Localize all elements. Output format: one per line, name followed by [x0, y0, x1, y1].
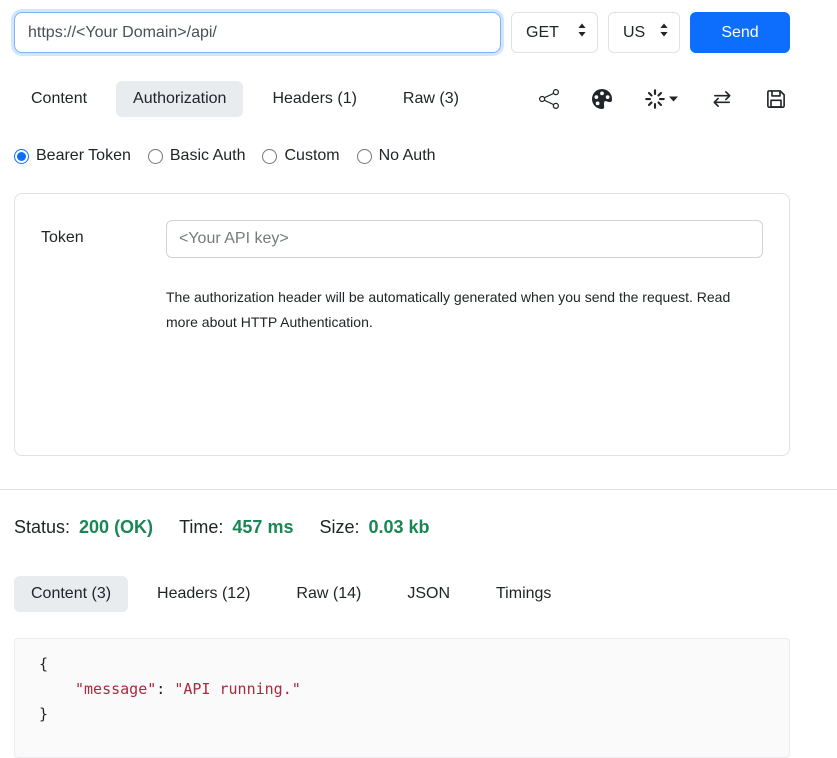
select-arrows-icon	[577, 23, 587, 42]
json-line: }	[39, 702, 765, 727]
request-tabs-row: Content Authorization Headers (1) Raw (3…	[14, 81, 790, 117]
status-value: 200 (OK)	[79, 517, 153, 538]
response-body: { "message": "API running." }	[14, 638, 790, 758]
response-tab-raw[interactable]: Raw (14)	[279, 576, 378, 612]
request-tabs: Content Authorization Headers (1) Raw (3…	[14, 81, 476, 117]
status-label: Status:	[14, 517, 70, 538]
token-input[interactable]	[166, 220, 763, 258]
auth-options: Bearer Token Basic Auth Custom No Auth	[14, 147, 790, 165]
auth-option-basic-auth[interactable]: Basic Auth	[148, 147, 246, 165]
response-tab-json[interactable]: JSON	[390, 576, 467, 612]
token-panel: Token The authorization header will be a…	[14, 193, 790, 456]
auth-option-custom[interactable]: Custom	[262, 147, 339, 165]
select-arrows-icon	[659, 23, 669, 42]
token-label: Token	[41, 220, 166, 335]
status-bar: Status: 200 (OK) Time: 457 ms Size: 0.03…	[14, 517, 790, 538]
section-divider	[0, 489, 837, 490]
size-value: 0.03 kb	[369, 517, 430, 538]
response-tab-timings[interactable]: Timings	[479, 576, 568, 612]
tab-raw[interactable]: Raw (3)	[386, 81, 476, 117]
url-input[interactable]	[14, 12, 501, 53]
method-select[interactable]: GET	[511, 12, 598, 53]
time-value: 457 ms	[232, 517, 293, 538]
custom-radio[interactable]	[262, 149, 277, 164]
palette-icon[interactable]	[592, 89, 612, 109]
tab-content[interactable]: Content	[14, 81, 104, 117]
radio-label: Bearer Token	[36, 147, 131, 165]
radio-label: No Auth	[379, 147, 436, 165]
method-value: GET	[526, 24, 559, 42]
tab-headers[interactable]: Headers (1)	[255, 81, 373, 117]
auth-option-no-auth[interactable]: No Auth	[357, 147, 436, 165]
share-icon[interactable]	[539, 89, 559, 109]
magic-wand-icon	[645, 89, 665, 109]
api-client-app: GET US Send Content Authorization Header…	[0, 0, 837, 758]
help-text: .	[369, 314, 373, 330]
json-key: "message"	[75, 680, 156, 698]
tab-authorization[interactable]: Authorization	[116, 81, 243, 117]
auth-help-text: The authorization header will be automat…	[166, 285, 754, 335]
magic-wand-dropdown[interactable]	[645, 89, 678, 109]
size-label: Size:	[319, 517, 359, 538]
radio-label: Basic Auth	[170, 147, 246, 165]
caret-down-icon	[669, 96, 678, 102]
request-bar: GET US Send	[14, 12, 790, 53]
swap-arrows-icon[interactable]	[711, 90, 733, 108]
request-toolbar	[539, 89, 790, 109]
json-line: "message": "API running."	[39, 677, 765, 702]
json-line: {	[39, 652, 765, 677]
json-brace: }	[39, 705, 48, 723]
json-value: "API running."	[174, 680, 300, 698]
http-authentication-link[interactable]: HTTP Authentication	[241, 314, 369, 330]
response-tab-content[interactable]: Content (3)	[14, 576, 128, 612]
bearer-token-radio[interactable]	[14, 149, 29, 164]
send-button[interactable]: Send	[690, 12, 790, 53]
no-auth-radio[interactable]	[357, 149, 372, 164]
response-tab-headers[interactable]: Headers (12)	[140, 576, 267, 612]
radio-label: Custom	[284, 147, 339, 165]
json-brace: {	[39, 655, 48, 673]
time-label: Time:	[179, 517, 223, 538]
json-separator: :	[156, 680, 174, 698]
save-icon[interactable]	[766, 89, 786, 109]
region-value: US	[623, 24, 645, 42]
auth-option-bearer-token[interactable]: Bearer Token	[14, 147, 131, 165]
region-select[interactable]: US	[608, 12, 680, 53]
response-tabs: Content (3) Headers (12) Raw (14) JSON T…	[14, 576, 790, 612]
basic-auth-radio[interactable]	[148, 149, 163, 164]
